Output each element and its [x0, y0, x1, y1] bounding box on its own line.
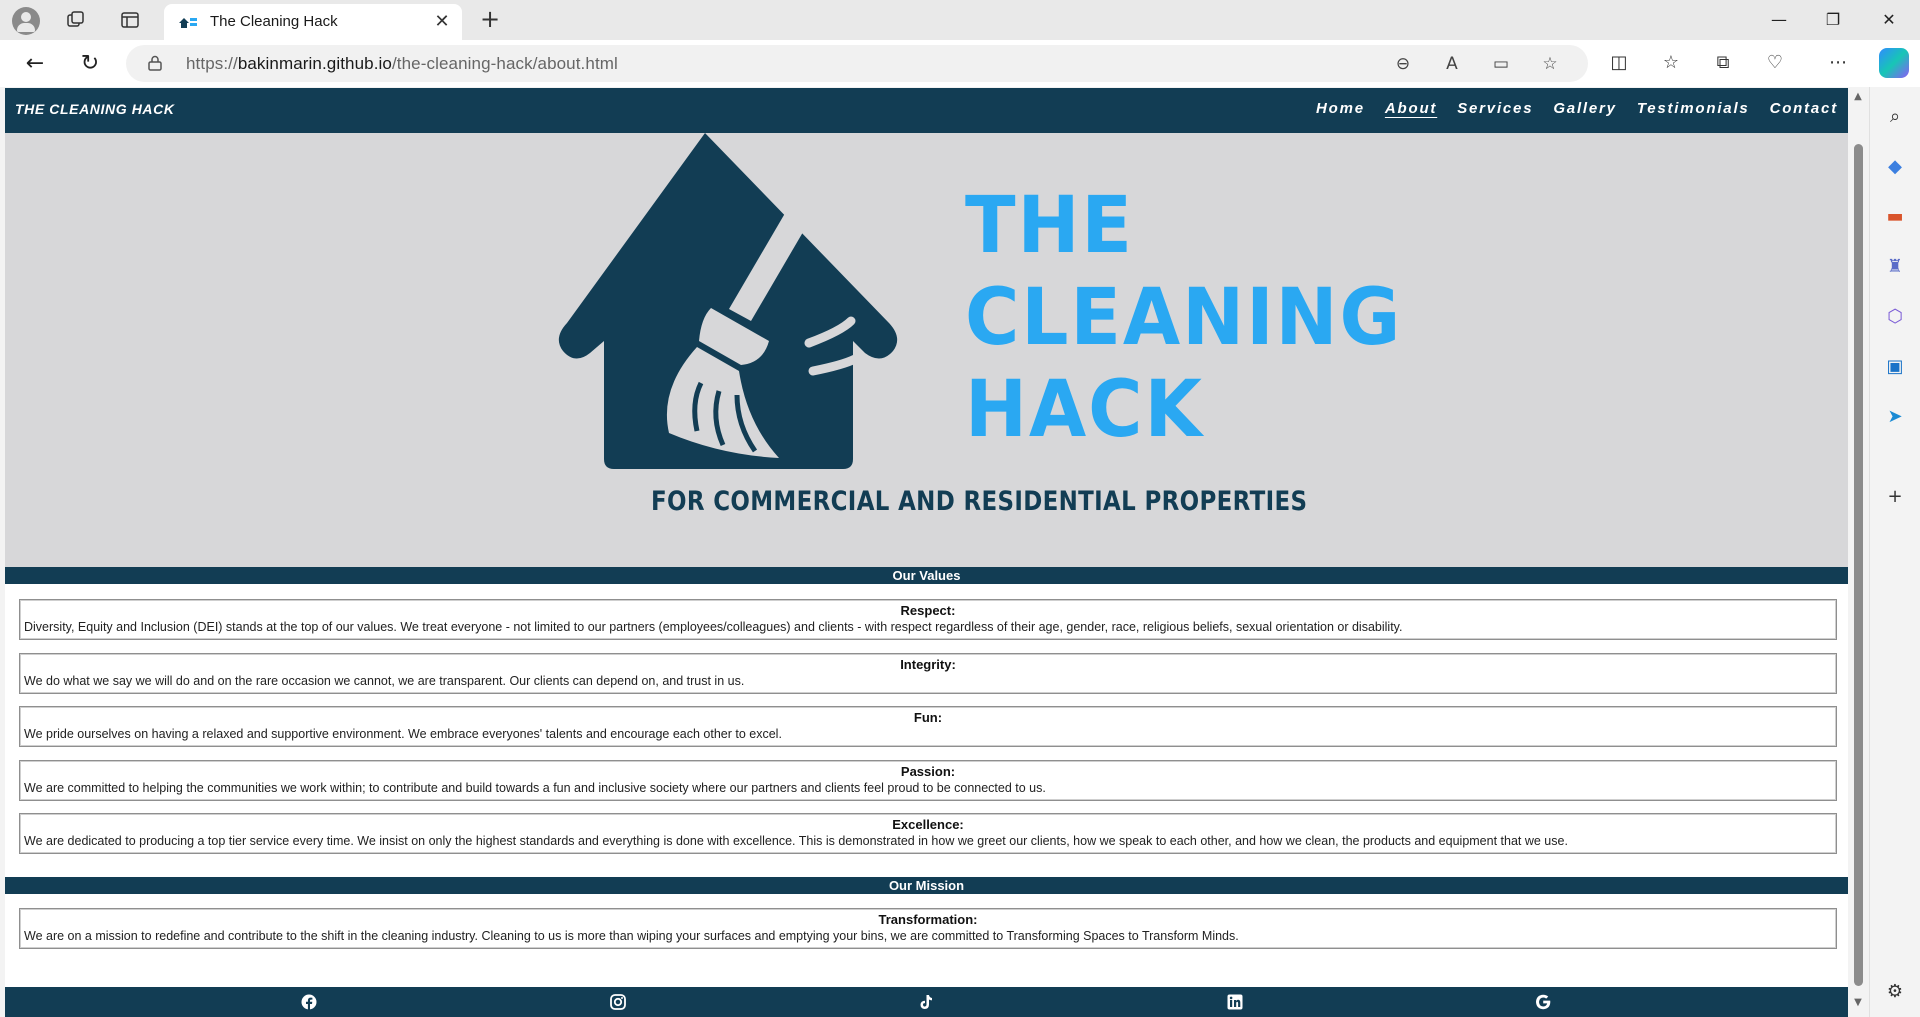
new-tab-icon[interactable]: + [476, 6, 504, 34]
favorite-star-icon[interactable]: ☆ [1537, 51, 1563, 77]
nav-services[interactable]: Services [1457, 100, 1533, 117]
collections-icon[interactable]: ⧉ [1708, 48, 1738, 78]
mission-title: Transformation: [878, 912, 978, 927]
value-text: We do what we say we will do and on the … [24, 674, 745, 688]
logo-word-cleaning: CLEANING [965, 273, 1403, 363]
close-window-icon[interactable]: ✕ [1866, 4, 1912, 36]
site-favicon-icon [179, 18, 197, 28]
shopping-tag-icon[interactable]: ◆ [1883, 155, 1907, 179]
value-text: Diversity, Equity and Inclusion (DEI) st… [24, 620, 1403, 634]
sidebar-settings-icon[interactable]: ⚙ [1883, 980, 1907, 1004]
logo-word-hack: HACK [965, 365, 1204, 455]
nav-about[interactable]: About [1385, 100, 1437, 117]
split-screen-icon[interactable]: ◫ [1604, 48, 1634, 78]
value-card-fun: Fun: We pride ourselves on having a rela… [19, 706, 1837, 747]
restore-icon[interactable]: ❐ [1810, 4, 1856, 36]
search-icon[interactable]: ⌕ [1883, 105, 1907, 129]
browser-tab-bar: The Cleaning Hack ✕ + — ❐ ✕ [0, 0, 1920, 40]
nav-contact[interactable]: Contact [1770, 100, 1838, 117]
page-scrollbar[interactable]: ▲ ▼ [1848, 88, 1868, 1017]
back-icon[interactable]: ← [20, 49, 50, 79]
value-text: We are dedicated to producing a top tier… [24, 834, 1568, 848]
our-mission-heading: Our Mission [5, 877, 1848, 894]
site-navbar: THE CLEANING HACK Home About Services Ga… [5, 88, 1848, 133]
value-text: We are committed to helping the communit… [24, 781, 1046, 795]
refresh-icon[interactable]: ↻ [75, 49, 105, 79]
instagram-icon[interactable] [610, 994, 626, 1010]
scroll-up-icon[interactable]: ▲ [1852, 92, 1864, 102]
value-text: We pride ourselves on having a relaxed a… [24, 727, 782, 741]
browser-tab[interactable]: The Cleaning Hack ✕ [164, 4, 462, 40]
profile-icon[interactable] [12, 7, 40, 35]
value-card-respect: Respect: Diversity, Equity and Inclusion… [19, 599, 1837, 640]
value-title: Excellence: [892, 817, 964, 832]
hero-logo-banner: THE CLEANING HACK FOR COMMERCIAL AND RES… [5, 133, 1848, 567]
address-bar[interactable]: https://bakinmarin.github.io/the-cleanin… [126, 45, 1588, 82]
site-footer [5, 987, 1848, 1017]
favorites-icon[interactable]: ☆ [1656, 48, 1686, 78]
house-broom-logo-icon [558, 133, 898, 469]
logo-tagline: FOR COMMERCIAL AND RESIDENTIAL PROPERTIE… [651, 486, 1308, 517]
nav-home[interactable]: Home [1316, 100, 1365, 117]
scroll-thumb[interactable] [1854, 144, 1863, 986]
value-title: Passion: [900, 764, 956, 779]
edge-sidebar: ⌕ ◆ ▬ ♜ ⬡ ▣ ➤ + ⚙ [1869, 87, 1920, 1017]
send-icon[interactable]: ➤ [1883, 405, 1907, 429]
page-viewport: THE CLEANING HACK Home About Services Ga… [5, 88, 1848, 1017]
zoom-out-icon[interactable]: ⊖ [1390, 51, 1416, 77]
outlook-icon[interactable]: ▣ [1883, 355, 1907, 379]
lock-icon[interactable] [148, 55, 162, 71]
facebook-icon[interactable] [301, 994, 317, 1010]
value-card-integrity: Integrity: We do what we say we will do … [19, 653, 1837, 694]
scroll-down-icon[interactable]: ▼ [1852, 998, 1864, 1008]
value-card-excellence: Excellence: We are dedicated to producin… [19, 813, 1837, 854]
close-tab-icon[interactable]: ✕ [430, 10, 454, 34]
tab-actions-icon[interactable] [116, 6, 144, 34]
tab-title: The Cleaning Hack [210, 13, 338, 30]
value-title: Fun: [913, 710, 943, 725]
immersive-reader-icon[interactable]: ▭ [1488, 51, 1514, 77]
mission-text: We are on a mission to redefine and cont… [24, 929, 1239, 943]
copilot-icon[interactable] [1879, 48, 1909, 78]
url-text[interactable]: https://bakinmarin.github.io/the-cleanin… [186, 54, 618, 74]
microsoft-365-icon[interactable]: ⬡ [1883, 305, 1907, 329]
add-sidebar-app-icon[interactable]: + [1883, 485, 1907, 509]
browser-toolbar: ← ↻ https://bakinmarin.github.io/the-cle… [0, 40, 1920, 87]
read-aloud-icon[interactable]: A [1439, 51, 1465, 77]
minimize-icon[interactable]: — [1756, 4, 1802, 36]
value-title: Integrity: [900, 657, 956, 672]
logo-word-the: THE [965, 181, 1134, 271]
games-icon[interactable]: ♜ [1883, 255, 1907, 279]
value-card-passion: Passion: We are committed to helping the… [19, 760, 1837, 801]
site-menu: Home About Services Gallery Testimonials… [1316, 100, 1838, 117]
tiktok-icon[interactable] [918, 994, 934, 1010]
mission-card-transformation: Transformation: We are on a mission to r… [19, 908, 1837, 949]
nav-testimonials[interactable]: Testimonials [1637, 100, 1750, 117]
tools-icon[interactable]: ▬ [1883, 205, 1907, 229]
value-title: Respect: [900, 603, 956, 618]
google-icon[interactable] [1535, 994, 1551, 1010]
settings-more-icon[interactable]: ⋯ [1823, 48, 1853, 78]
linkedin-icon[interactable] [1227, 994, 1243, 1010]
site-brand[interactable]: THE CLEANING HACK [15, 101, 175, 117]
browser-essentials-icon[interactable]: ♡ [1760, 48, 1790, 78]
our-values-heading: Our Values [5, 567, 1848, 584]
nav-gallery[interactable]: Gallery [1553, 100, 1616, 117]
workspaces-icon[interactable] [62, 6, 90, 34]
